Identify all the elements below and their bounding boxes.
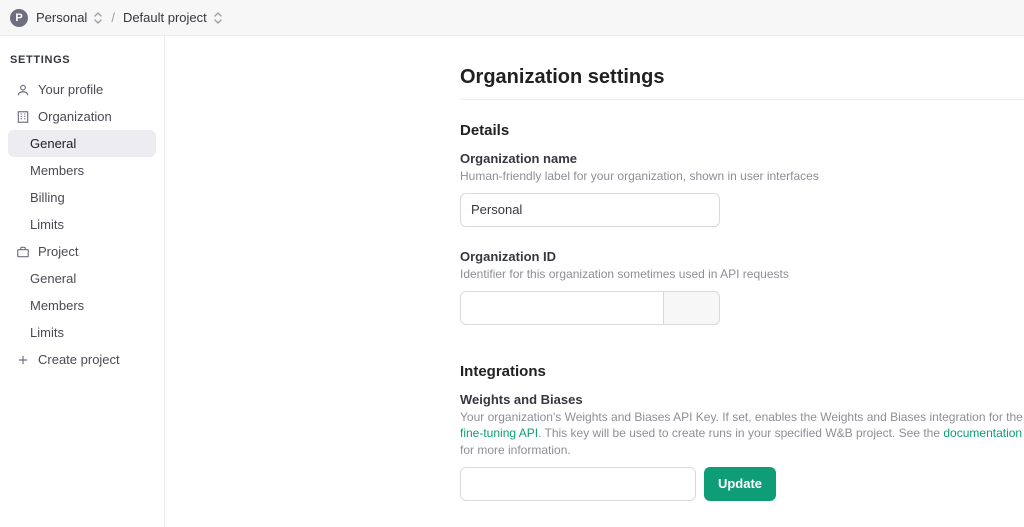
sidebar-item-project-limits[interactable]: Limits — [8, 319, 156, 346]
sidebar-item-org-members[interactable]: Members — [8, 157, 156, 184]
sidebar-item-label: General — [30, 271, 76, 286]
user-icon — [16, 83, 30, 97]
sidebar-item-label: Limits — [30, 325, 64, 340]
org-avatar: P — [10, 9, 28, 27]
main-panel: Organization settings Details Organizati… — [165, 36, 1024, 527]
page-title: Organization settings — [460, 66, 1024, 89]
field-label: Organization ID — [460, 249, 1024, 264]
help-text: for more information. — [460, 443, 571, 457]
sidebar-item-label: Members — [30, 298, 84, 313]
sidebar-item-label: Billing — [30, 190, 65, 205]
help-text: Your organization's Weights and Biases A… — [460, 410, 1023, 424]
chevron-updown-icon — [213, 12, 223, 24]
field-weights-biases: Weights and Biases Your organization's W… — [460, 392, 1024, 501]
top-breadcrumb-bar: P Personal / Default project — [0, 0, 1024, 36]
fine-tuning-api-link[interactable]: fine-tuning API — [460, 426, 538, 440]
update-button[interactable]: Update — [704, 467, 776, 501]
sidebar-item-create-project[interactable]: Create project — [8, 346, 156, 373]
briefcase-icon — [16, 245, 30, 259]
sidebar-item-org-limits[interactable]: Limits — [8, 211, 156, 238]
breadcrumb-org-label: Personal — [36, 10, 87, 25]
breadcrumb-separator: / — [111, 10, 115, 25]
sidebar-item-org-billing[interactable]: Billing — [8, 184, 156, 211]
field-label: Organization name — [460, 151, 1024, 166]
breadcrumb-project[interactable]: Default project — [123, 10, 223, 25]
field-help: Your organization's Weights and Biases A… — [460, 409, 1024, 459]
settings-sidebar: SETTINGS Your profile Organization Gener… — [0, 36, 165, 527]
sidebar-heading: SETTINGS — [8, 50, 156, 76]
sidebar-item-organization[interactable]: Organization — [8, 103, 156, 130]
building-icon — [16, 110, 30, 124]
org-id-input[interactable] — [460, 291, 664, 325]
org-name-input[interactable] — [460, 193, 720, 227]
sidebar-item-profile[interactable]: Your profile — [8, 76, 156, 103]
sidebar-item-label: Limits — [30, 217, 64, 232]
sidebar-item-label: Create project — [38, 352, 120, 367]
divider — [460, 99, 1024, 100]
sidebar-item-project-general[interactable]: General — [8, 265, 156, 292]
field-help: Human-friendly label for your organizati… — [460, 168, 1024, 185]
field-help: Identifier for this organization sometim… — [460, 266, 1024, 283]
help-text: . This key will be used to create runs i… — [538, 426, 943, 440]
section-title-details: Details — [460, 122, 1024, 139]
section-title-integrations: Integrations — [460, 363, 1024, 380]
field-label: Weights and Biases — [460, 392, 1024, 407]
wb-api-key-input[interactable] — [460, 467, 696, 501]
breadcrumb-project-label: Default project — [123, 10, 207, 25]
chevron-updown-icon — [93, 12, 103, 24]
plus-icon — [16, 353, 30, 367]
documentation-link[interactable]: documentation — [943, 426, 1022, 440]
field-org-name: Organization name Human-friendly label f… — [460, 151, 1024, 227]
breadcrumb-org[interactable]: Personal — [36, 10, 103, 25]
sidebar-item-project-members[interactable]: Members — [8, 292, 156, 319]
field-org-id: Organization ID Identifier for this orga… — [460, 249, 1024, 325]
sidebar-item-label: Members — [30, 163, 84, 178]
sidebar-item-project[interactable]: Project — [8, 238, 156, 265]
sidebar-item-org-general[interactable]: General — [8, 130, 156, 157]
sidebar-item-label: Your profile — [38, 82, 103, 97]
copy-button[interactable] — [664, 291, 720, 325]
sidebar-item-label: General — [30, 136, 76, 151]
sidebar-item-label: Project — [38, 244, 78, 259]
sidebar-item-label: Organization — [38, 109, 112, 124]
